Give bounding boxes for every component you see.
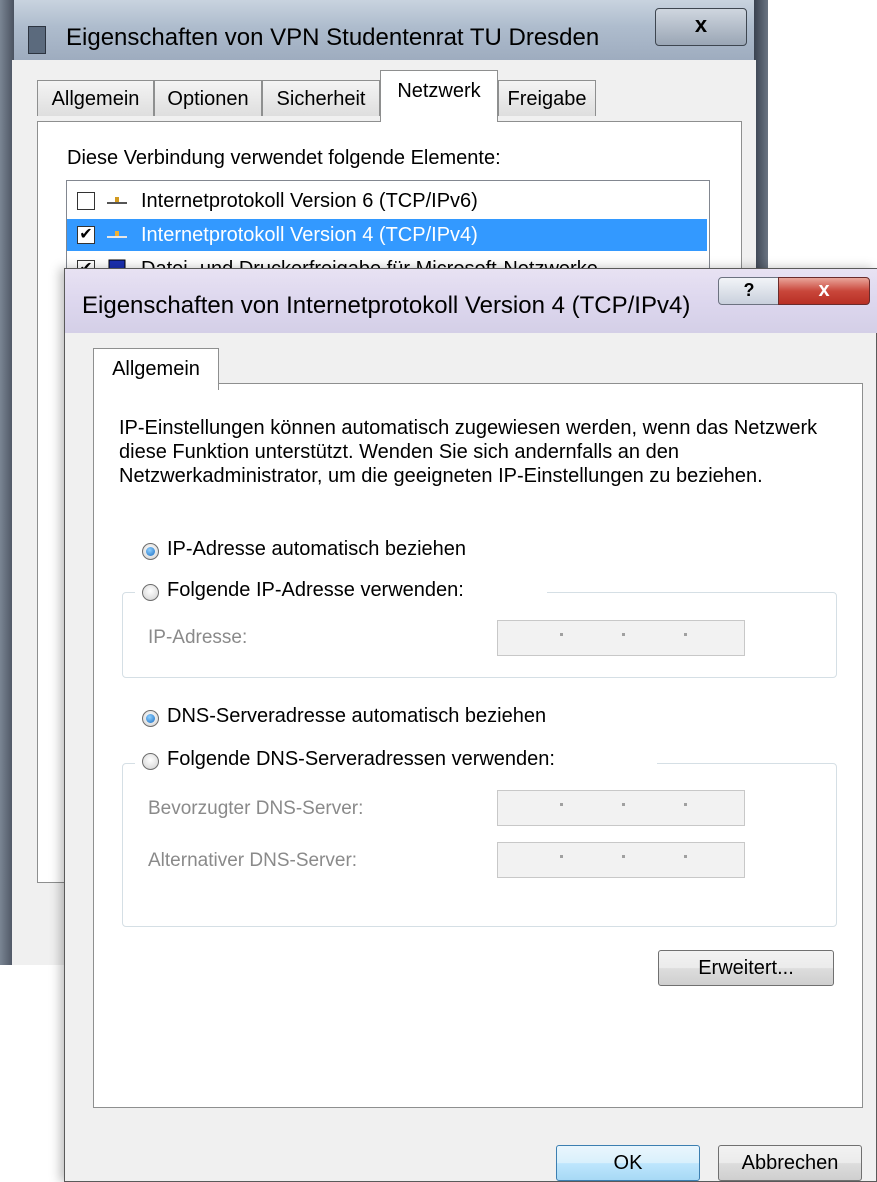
- preferred-dns-field[interactable]: [497, 790, 745, 826]
- help-button[interactable]: ?: [718, 277, 780, 305]
- background-close-button[interactable]: x: [655, 8, 747, 46]
- dns-auto-radio[interactable]: [142, 710, 159, 727]
- ip-auto-radio[interactable]: [142, 543, 159, 560]
- network-protocol-icon: [107, 231, 127, 238]
- help-icon: ?: [743, 280, 755, 300]
- component-label: Internetprotokoll Version 6 (TCP/IPv6): [141, 190, 478, 212]
- dns-auto-label[interactable]: DNS-Serveradresse automatisch beziehen: [167, 705, 546, 728]
- list-item[interactable]: ✔ Internetprotokoll Version 4 (TCP/IPv4): [67, 219, 707, 251]
- ip-auto-label[interactable]: IP-Adresse automatisch beziehen: [167, 538, 466, 561]
- connection-icon: [28, 26, 46, 54]
- component-checkbox[interactable]: [77, 192, 95, 210]
- advanced-button[interactable]: Erweitert...: [658, 950, 834, 986]
- component-label: Internetprotokoll Version 4 (TCP/IPv4): [141, 224, 478, 246]
- general-tab-panel: [93, 383, 863, 1108]
- background-window-title: Eigenschaften von VPN Studentenrat TU Dr…: [66, 24, 600, 51]
- ip-manual-label[interactable]: Folgende IP-Adresse verwenden:: [167, 579, 464, 602]
- tab-netzwerk[interactable]: Netzwerk: [380, 70, 498, 122]
- alternate-dns-label: Alternativer DNS-Server:: [148, 850, 358, 871]
- description-text: IP-Einstellungen können automatisch zuge…: [119, 417, 818, 487]
- list-item[interactable]: Internetprotokoll Version 6 (TCP/IPv6): [67, 185, 707, 217]
- tab-allgemein[interactable]: Allgemein: [93, 348, 219, 390]
- ip-manual-radio[interactable]: [142, 584, 159, 601]
- dialog-title: Eigenschaften von Internetprotokoll Vers…: [82, 292, 691, 319]
- network-protocol-icon: [107, 197, 127, 204]
- tab-optionen[interactable]: Optionen: [154, 80, 262, 116]
- preferred-dns-label: Bevorzugter DNS-Server:: [148, 798, 364, 819]
- close-icon: x: [818, 279, 830, 301]
- ok-button[interactable]: OK: [556, 1145, 700, 1181]
- dns-manual-radio[interactable]: [142, 753, 159, 770]
- components-label: Diese Verbindung verwendet folgende Elem…: [67, 147, 501, 169]
- tab-allgemein[interactable]: Allgemein: [37, 80, 154, 116]
- component-checkbox[interactable]: ✔: [77, 226, 95, 244]
- close-button[interactable]: x: [778, 277, 870, 305]
- dns-manual-label[interactable]: Folgende DNS-Serveradressen verwenden:: [167, 748, 555, 771]
- ip-address-field[interactable]: [497, 620, 745, 656]
- alternate-dns-field[interactable]: [497, 842, 745, 878]
- close-icon: x: [694, 12, 708, 37]
- cancel-button[interactable]: Abbrechen: [718, 1145, 862, 1181]
- tab-freigabe[interactable]: Freigabe: [498, 80, 596, 116]
- tab-sicherheit[interactable]: Sicherheit: [262, 80, 380, 116]
- ip-address-label: IP-Adresse:: [148, 627, 248, 648]
